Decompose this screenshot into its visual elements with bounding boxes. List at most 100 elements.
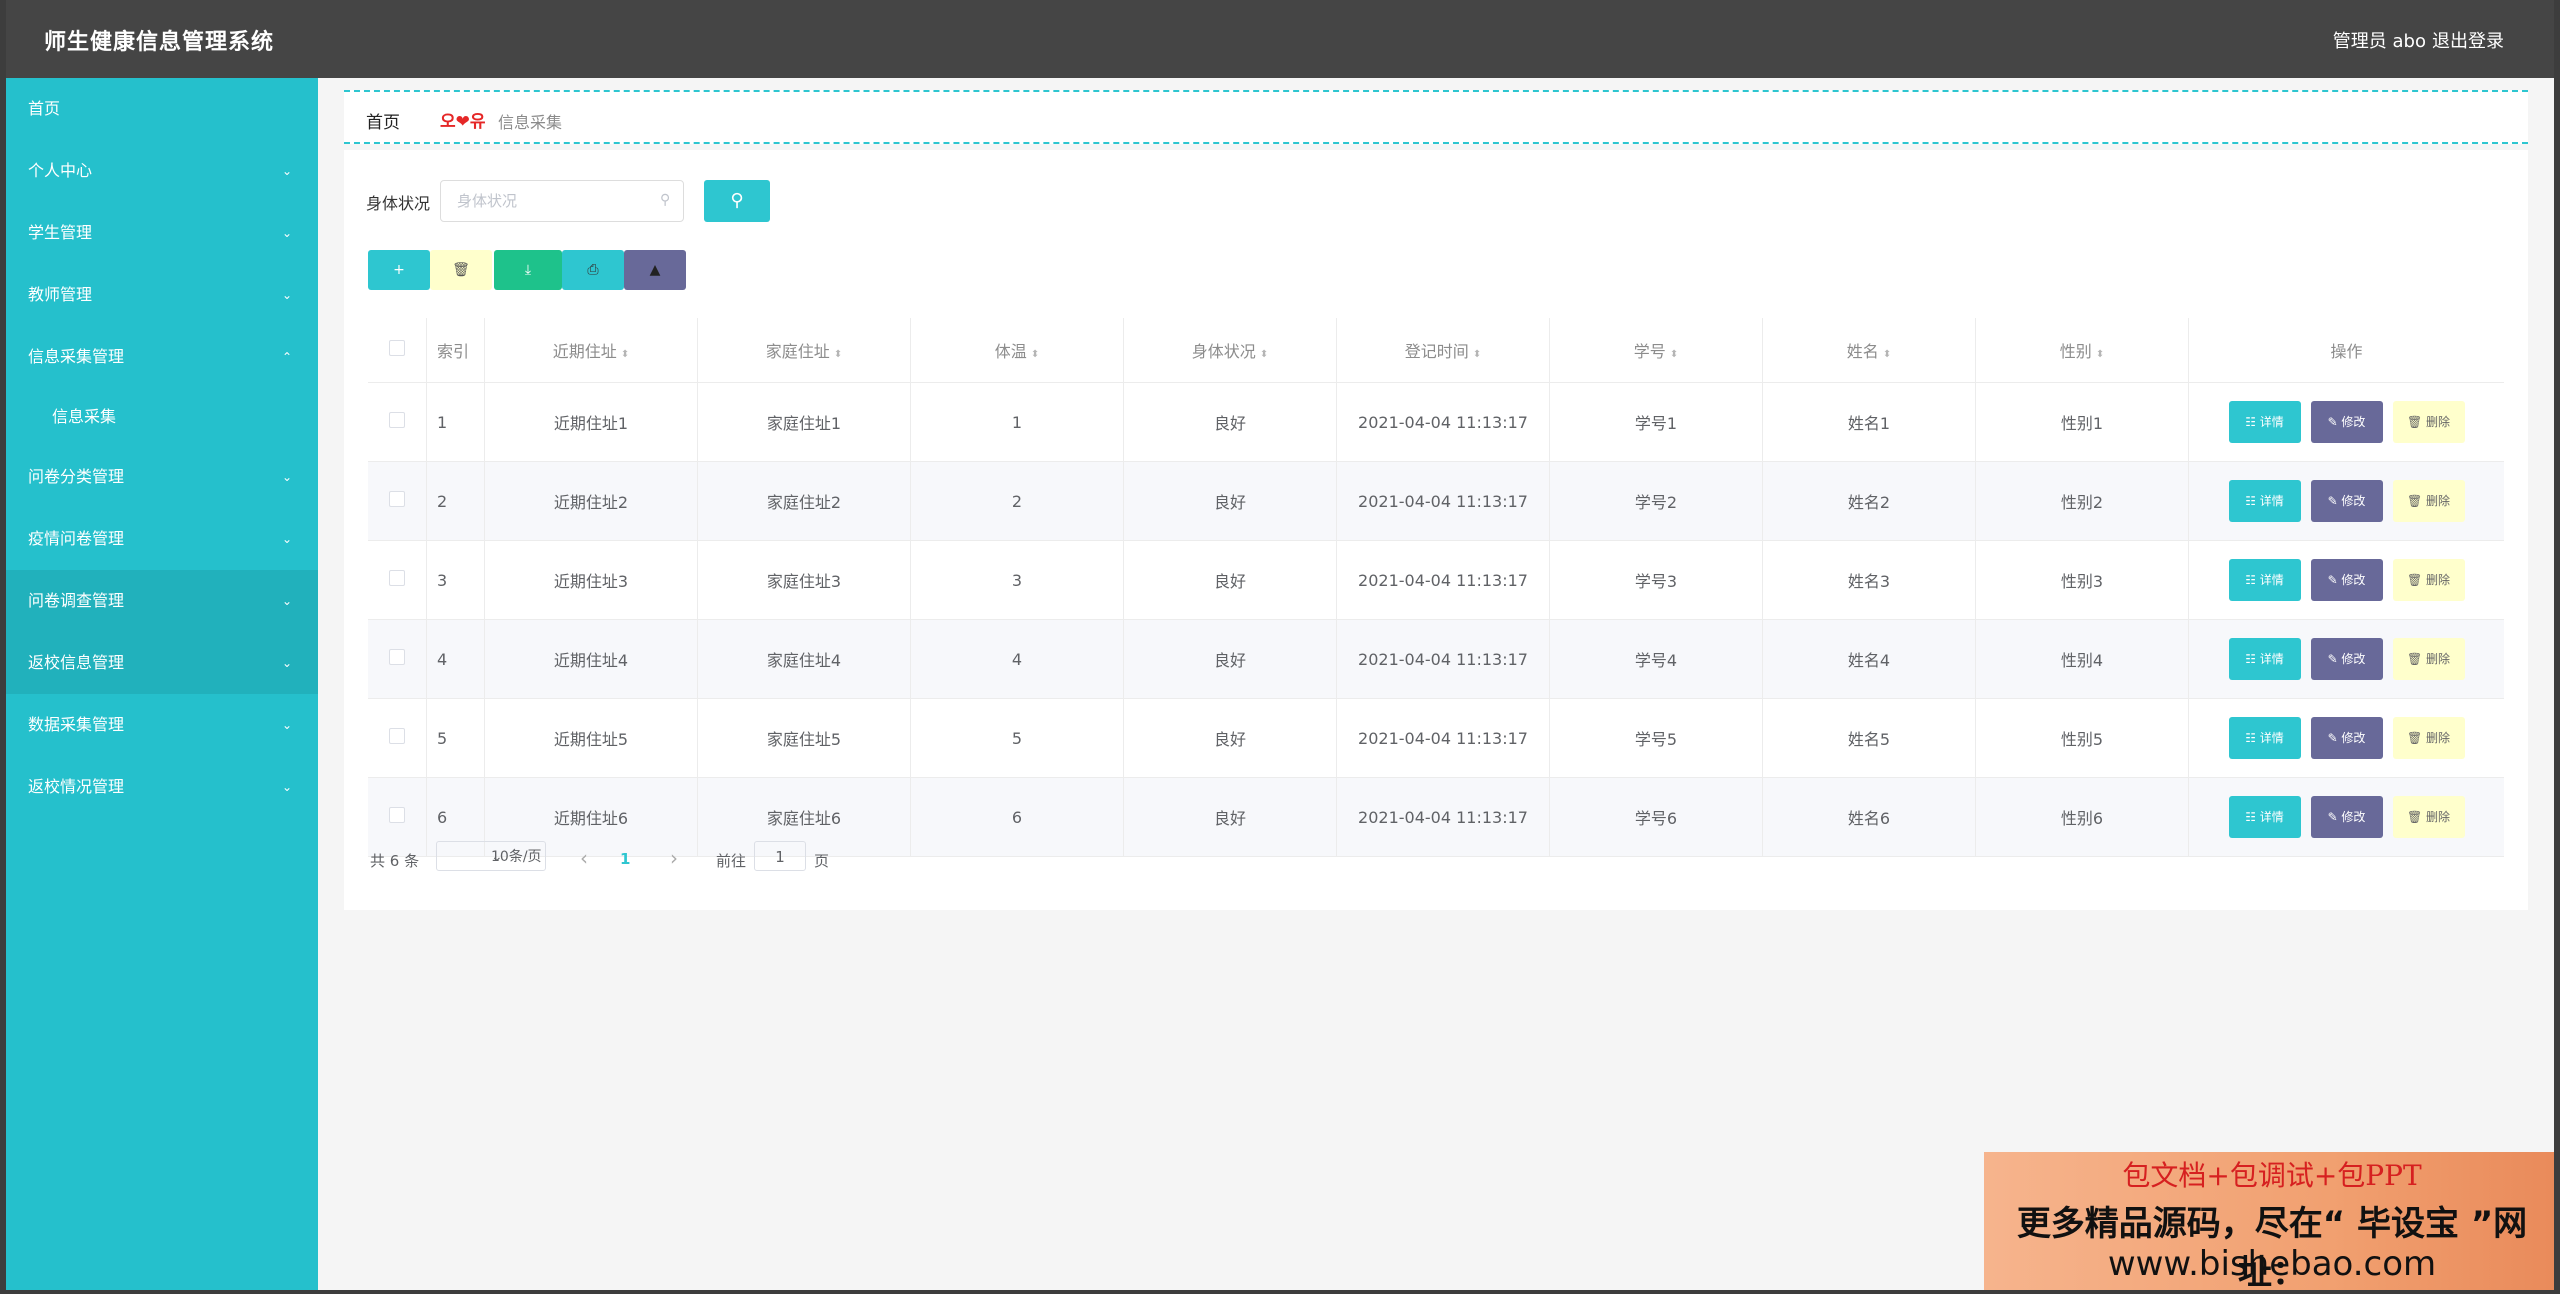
goto-prefix: 前往 — [716, 852, 747, 870]
detail-button[interactable]: ☷ 详情 — [2228, 401, 2301, 443]
page-number-current[interactable]: 1 — [620, 850, 630, 868]
sidebar-item-teacher-management[interactable]: 教师管理 ⌄ — [6, 264, 318, 326]
statistics-button[interactable]: ▲ — [624, 250, 686, 290]
sidebar-item-label: 返校情况管理 — [28, 777, 125, 796]
row-select-cell[interactable] — [368, 619, 427, 699]
header-register-time[interactable]: 登记时间 ⬍ — [1336, 318, 1550, 383]
select-all-checkbox[interactable] — [389, 340, 405, 356]
header-name[interactable]: 姓名 ⬍ — [1762, 318, 1976, 383]
row-checkbox[interactable] — [389, 412, 405, 428]
sidebar-item-label: 个人中心 — [28, 161, 93, 180]
delete-button[interactable]: 🗑 删除 — [2392, 559, 2465, 601]
edit-button[interactable]: ✎ 修改 — [2310, 559, 2383, 601]
detail-button[interactable]: ☷ 详情 — [2228, 796, 2301, 838]
cell-register-time: 2021-04-04 11:13:17 — [1336, 382, 1550, 462]
sort-icon[interactable]: ⬍ — [1883, 349, 1891, 360]
search-button[interactable]: ⚲ — [704, 180, 770, 222]
header-home-address[interactable]: 家庭住址 ⬍ — [697, 318, 911, 383]
sidebar-item-questionnaire-category[interactable]: 问卷分类管理 ⌄ — [6, 446, 318, 508]
header-label: 家庭住址 — [765, 342, 830, 361]
download-button[interactable]: ⤓ — [494, 250, 562, 290]
cell-student-id: 学号1 — [1549, 382, 1763, 462]
row-select-cell[interactable] — [368, 698, 427, 778]
page-size-select[interactable]: 10条/页 ⌄ — [436, 841, 546, 871]
sidebar-item-label: 问卷分类管理 — [28, 467, 125, 486]
cell-recent-address: 近期住址4 — [484, 619, 698, 699]
row-checkbox[interactable] — [389, 649, 405, 665]
detail-button[interactable]: ☷ 详情 — [2228, 480, 2301, 522]
detail-button[interactable]: ☷ 详情 — [2228, 717, 2301, 759]
sidebar-item-return-status[interactable]: 返校情况管理 ⌄ — [6, 756, 318, 818]
header-label: 身体状况 — [1191, 342, 1256, 361]
logout-link[interactable]: 退出登录 — [2432, 27, 2504, 53]
sidebar-item-label: 信息采集管理 — [28, 347, 125, 366]
detail-button[interactable]: ☷ 详情 — [2228, 638, 2301, 680]
sidebar-item-info-collection-management[interactable]: 信息采集管理 ⌃ — [6, 326, 318, 388]
sort-icon[interactable]: ⬍ — [1260, 349, 1268, 360]
header-recent-address[interactable]: 近期住址 ⬍ — [484, 318, 698, 383]
edit-button[interactable]: ✎ 修改 — [2310, 717, 2383, 759]
chevron-down-icon: ⌄ — [281, 718, 292, 732]
row-checkbox[interactable] — [389, 728, 405, 744]
next-page-button[interactable]: › — [670, 846, 678, 870]
sidebar-item-info-collection[interactable]: 信息采集 — [6, 388, 318, 446]
prev-page-button[interactable]: ‹ — [580, 846, 588, 870]
sidebar-item-home[interactable]: 首页 — [6, 78, 318, 140]
sidebar-item-data-collection[interactable]: 数据采集管理 ⌄ — [6, 694, 318, 756]
chevron-down-icon: ⌄ — [491, 849, 503, 865]
edit-button[interactable]: ✎ 修改 — [2310, 796, 2383, 838]
header-gender[interactable]: 性别 ⬍ — [1975, 318, 2189, 383]
search-icon: ⚲ — [660, 192, 671, 208]
cell-temperature: 2 — [910, 461, 1124, 541]
cell-actions: ☷ 详情 ✎ 修改 🗑 删除 — [2188, 540, 2504, 620]
delete-button[interactable]: 🗑 删除 — [2392, 401, 2465, 443]
sort-icon[interactable]: ⬍ — [1670, 349, 1678, 360]
row-select-cell[interactable] — [368, 382, 427, 462]
cell-actions: ☷ 详情 ✎ 修改 🗑 删除 — [2188, 619, 2504, 699]
header-temperature[interactable]: 体温 ⬍ — [910, 318, 1124, 383]
select-all-cell[interactable] — [368, 318, 427, 383]
sort-icon[interactable]: ⬍ — [2096, 349, 2104, 360]
detail-button[interactable]: ☷ 详情 — [2228, 559, 2301, 601]
table-row: 3 近期住址3 家庭住址3 3 良好 2021-04-04 11:13:17 学… — [368, 540, 2504, 620]
edit-button[interactable]: ✎ 修改 — [2310, 401, 2383, 443]
sidebar-item-epidemic-questionnaire[interactable]: 疫情问卷管理 ⌄ — [6, 508, 318, 570]
breadcrumb-separator: 오❤유 — [440, 112, 486, 132]
row-select-cell[interactable] — [368, 540, 427, 620]
goto-page-input[interactable]: 1 — [754, 841, 806, 871]
sidebar-item-student-management[interactable]: 学生管理 ⌄ — [6, 202, 318, 264]
search-input[interactable] — [440, 180, 684, 222]
header-health-status[interactable]: 身体状况 ⬍ — [1123, 318, 1337, 383]
sort-icon[interactable]: ⬍ — [621, 349, 629, 360]
sidebar-item-return-info[interactable]: 返校信息管理 ⌄ — [6, 632, 318, 694]
cell-student-id: 学号5 — [1549, 698, 1763, 778]
cell-home-address: 家庭住址3 — [697, 540, 911, 620]
edit-button[interactable]: ✎ 修改 — [2310, 638, 2383, 680]
header-student-id[interactable]: 学号 ⬍ — [1549, 318, 1763, 383]
sidebar-item-survey-management[interactable]: 问卷调查管理 ⌄ — [6, 570, 318, 632]
delete-button[interactable]: 🗑 删除 — [2392, 717, 2465, 759]
delete-button[interactable]: 🗑 删除 — [2392, 638, 2465, 680]
row-checkbox[interactable] — [389, 570, 405, 586]
delete-button[interactable]: 🗑 删除 — [2392, 796, 2465, 838]
row-select-cell[interactable] — [368, 461, 427, 541]
edit-button[interactable]: ✎ 修改 — [2310, 480, 2383, 522]
sort-icon[interactable]: ⬍ — [834, 349, 842, 360]
cell-temperature: 6 — [910, 777, 1124, 857]
row-checkbox[interactable] — [389, 491, 405, 507]
sidebar-item-personal-center[interactable]: 个人中心 ⌄ — [6, 140, 318, 202]
batch-delete-button[interactable]: 🗑 — [430, 250, 492, 290]
cell-name: 姓名3 — [1762, 540, 1976, 620]
cell-health-status: 良好 — [1123, 461, 1337, 541]
sort-icon[interactable]: ⬍ — [1031, 349, 1039, 360]
row-select-cell[interactable] — [368, 777, 427, 857]
print-button[interactable]: ⎙ — [562, 250, 624, 290]
breadcrumb-current: 信息采集 — [498, 113, 563, 132]
breadcrumb-home[interactable]: 首页 — [366, 108, 400, 133]
sort-icon[interactable]: ⬍ — [1473, 349, 1481, 360]
delete-button[interactable]: 🗑 删除 — [2392, 480, 2465, 522]
cell-index: 4 — [426, 619, 485, 699]
add-button[interactable]: + — [368, 250, 430, 290]
row-checkbox[interactable] — [389, 807, 405, 823]
cell-actions: ☷ 详情 ✎ 修改 🗑 删除 — [2188, 777, 2504, 857]
